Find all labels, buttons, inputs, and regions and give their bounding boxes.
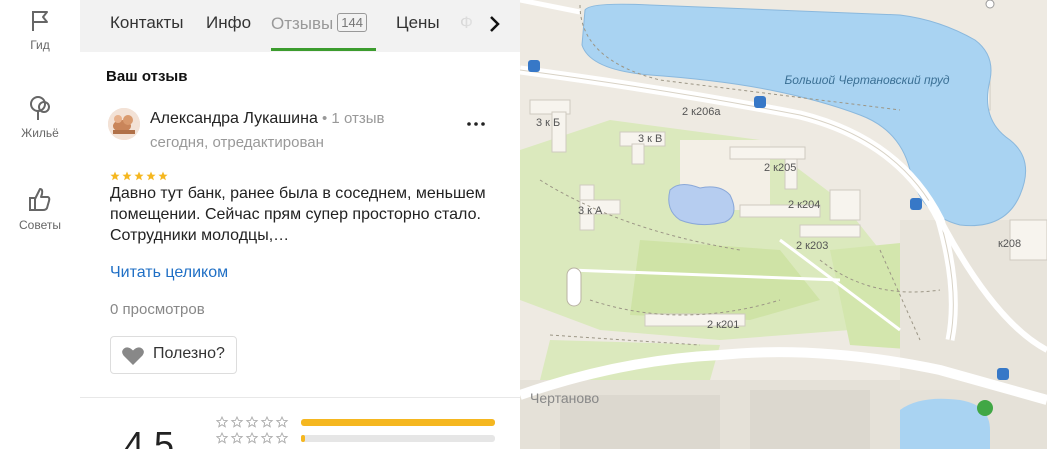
map[interactable]: Большой Чертановский пруд 3 к Б 3 к В 3 … [520,0,1047,449]
map-canvas [520,0,1047,449]
author-review-count: • 1 отзыв [317,110,385,127]
rail-guide[interactable]: Гид [0,8,80,52]
tab-reviews-label: Отзывы [271,14,334,33]
map-label-building: 2 к203 [796,240,829,252]
chevron-right-icon [490,16,500,32]
your-review-title: Ваш отзыв [106,68,188,85]
rail-guide-label: Гид [30,38,50,52]
map-label-building: 2 к204 [788,199,821,211]
map-label-building: 2 к206а [682,106,721,118]
map-label-building: 2 к201 [707,319,740,331]
review-date: сегодня, отредактирован [150,134,324,151]
distribution-bar [301,435,495,442]
tabs-next-button[interactable] [480,8,510,40]
star-icon [134,171,144,181]
map-label-district: Чертаново [530,390,600,406]
map-label-pond: Большой Чертановский пруд [784,73,950,87]
tab-contacts[interactable]: Контакты [110,13,183,33]
author-name[interactable]: Александра Лукашина [150,110,318,127]
more-dots-icon [467,122,485,126]
place-panel: Контакты Инфо Отзывы144 Цены Ф Ваш отзыв… [80,0,520,449]
active-tab-indicator [271,48,376,51]
map-label-building: к208 [998,238,1022,250]
overall-rating: 4,5 [124,424,175,449]
distribution-bar-fill [301,419,495,426]
tab-bar: Контакты Инфо Отзывы144 Цены Ф [80,0,520,52]
rail-tips-label: Советы [19,218,61,232]
rail-housing[interactable]: Жильё [0,94,80,140]
star-icon [122,171,132,181]
flag-icon [32,11,48,31]
star-icon [158,171,168,181]
distribution-bar [301,419,495,426]
rail-tips[interactable]: Советы [0,186,80,232]
heart-icon [122,347,144,365]
review-author: Александра Лукашина • 1 отзыв [150,110,384,128]
map-label-building: 3 к Б [536,117,561,129]
review-views: 0 просмотров [110,301,205,318]
map-label-building: 3 к А [578,205,603,217]
reviews-count-badge: 144 [337,13,367,32]
star-icon [146,171,156,181]
rail-housing-label: Жильё [21,126,59,140]
divider [80,397,520,398]
thumbs-up-icon [29,188,51,211]
star-icon [110,171,120,181]
map-label-building: 3 к В [638,133,663,145]
map-label-building: 2 к205 [764,162,797,174]
review-menu-button[interactable] [464,110,488,134]
distribution-bar-fill [301,435,305,442]
avatar[interactable] [108,108,140,140]
read-more-link[interactable]: Читать целиком [110,264,228,282]
helpful-button[interactable]: Полезно? [110,336,237,374]
tree-icon [30,96,50,120]
distribution-stars [215,431,292,449]
tab-reviews[interactable]: Отзывы 144 [271,13,367,34]
tab-prices[interactable]: Цены [396,13,440,33]
tab-info[interactable]: Инфо [206,13,251,33]
helpful-label: Полезно? [153,345,225,362]
review-text: Давно тут банк, ранее была в соседнем, м… [110,185,486,244]
left-rail: Гид Жильё Советы [0,0,81,449]
